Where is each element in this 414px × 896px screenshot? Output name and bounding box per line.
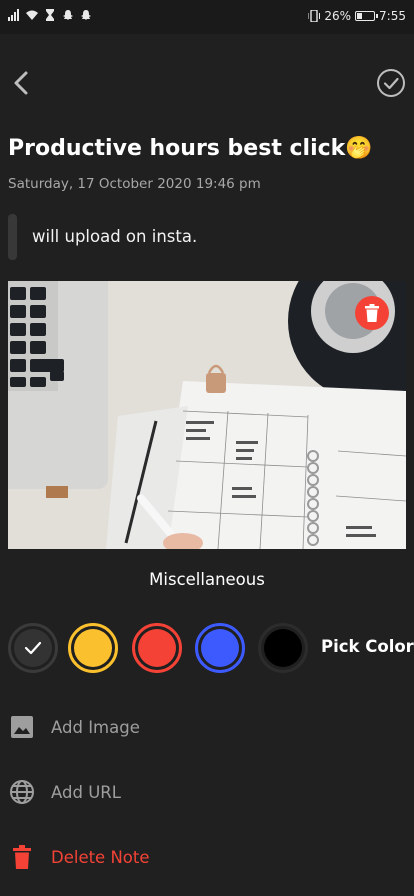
delete-image-button[interactable] — [355, 296, 389, 330]
note-body[interactable]: will upload on insta. — [32, 227, 197, 246]
check-circle-icon — [377, 69, 405, 97]
pick-color-label[interactable]: Pick Color — [321, 637, 414, 656]
color-option-yellow[interactable] — [68, 623, 118, 673]
snapchat-icon — [63, 10, 73, 20]
wifi-icon — [26, 10, 38, 20]
color-swatch-red — [138, 629, 176, 667]
add-image-label: Add Image — [51, 717, 140, 737]
back-button[interactable] — [8, 64, 36, 102]
add-url-label: Add URL — [51, 782, 121, 802]
chevron-left-icon — [14, 71, 28, 95]
color-option-black[interactable] — [258, 623, 308, 673]
snapchat-icon-2 — [81, 10, 91, 20]
add-url-button[interactable]: Add URL — [8, 772, 406, 812]
vibrate-icon — [308, 10, 321, 22]
clock: 7:55 — [379, 9, 406, 23]
trash-icon — [365, 304, 379, 322]
battery-percent: 26% — [324, 9, 352, 23]
note-title[interactable]: Productive hours best click🤭 — [8, 136, 406, 161]
status-icons-left — [8, 9, 92, 21]
desk-photo — [8, 281, 406, 549]
color-swatch-dark — [14, 629, 52, 667]
color-swatch-blue — [201, 629, 239, 667]
note-indicator — [8, 214, 17, 260]
battery-icon — [355, 11, 379, 21]
save-button[interactable] — [376, 68, 406, 98]
delete-note-label: Delete Note — [51, 847, 150, 867]
note-date: Saturday, 17 October 2020 19:46 pm — [8, 176, 261, 192]
color-option-red[interactable] — [132, 623, 182, 673]
trash-icon — [8, 843, 36, 871]
color-option-blue[interactable] — [195, 623, 245, 673]
color-swatch-yellow — [74, 629, 112, 667]
signal-icon — [8, 9, 19, 21]
color-option-dark[interactable] — [8, 623, 58, 673]
image-icon — [8, 713, 36, 741]
battery-level — [357, 13, 362, 19]
note-category: Miscellaneous — [149, 570, 265, 589]
add-image-button[interactable]: Add Image — [8, 707, 406, 747]
status-bar: 26% 7:55 — [0, 0, 414, 34]
color-swatch-black — [264, 629, 302, 667]
delete-note-button[interactable]: Delete Note — [8, 837, 406, 877]
hourglass-icon — [46, 9, 54, 21]
note-image — [8, 281, 406, 549]
globe-icon — [8, 778, 36, 806]
check-icon — [24, 641, 42, 655]
status-icons-right: 26% 7:55 — [308, 9, 406, 23]
